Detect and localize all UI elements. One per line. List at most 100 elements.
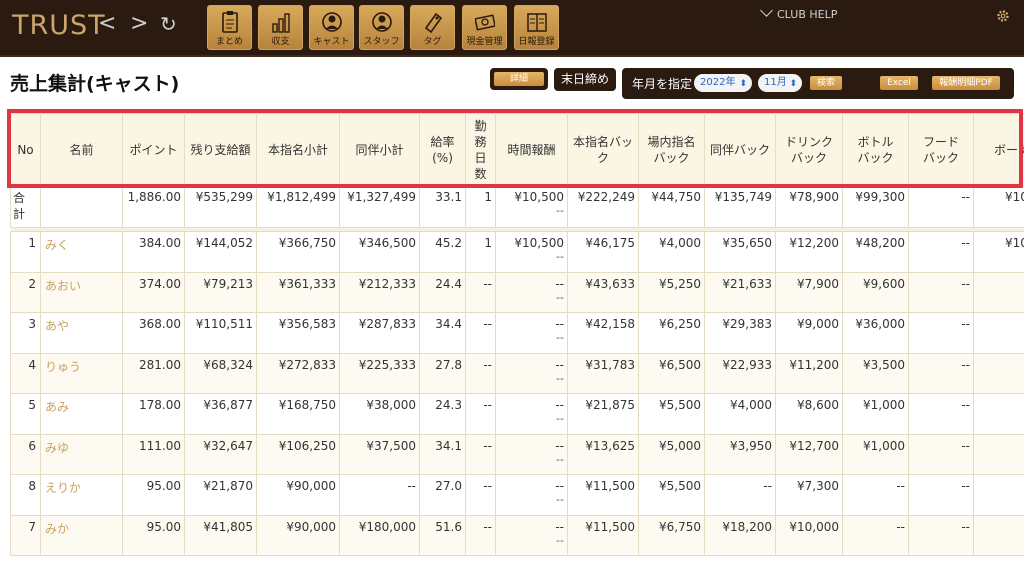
cell-value: 95.00	[146, 519, 181, 534]
column-header-hourly-pay[interactable]: 時間報酬	[495, 113, 568, 186]
total-cell-drink-back: ¥78,900	[775, 185, 843, 228]
cast-name-link[interactable]: りゅう	[40, 352, 123, 394]
column-header-companion-back[interactable]: 同伴バック	[704, 113, 776, 186]
cell-subvalue: --	[556, 493, 564, 506]
menu-button-staff[interactable]: スタッフ	[359, 5, 404, 50]
cell-pay-rate: 24.4	[419, 271, 466, 313]
cell-pay-rate: 34.1	[419, 433, 466, 475]
column-header-points[interactable]: ポイント	[122, 113, 185, 186]
column-header-pay-rate[interactable]: 給率 (%)	[419, 113, 466, 186]
cell-drink-back: ¥10,000	[775, 514, 843, 556]
column-header-bottle-back[interactable]: ボトル バック	[842, 113, 909, 186]
column-header-in-store-nomination-back[interactable]: 場内指名 バック	[638, 113, 705, 186]
menu-button-balance[interactable]: 収支	[258, 5, 303, 50]
total-cell-name	[40, 185, 123, 228]
table-row: 1 みく 384.00 ¥144,052 ¥366,750 ¥346,500 45.2 1 ¥1…	[10, 231, 1024, 273]
menu-button-daily-report[interactable]: 日報登録	[514, 5, 559, 50]
column-header-bonus[interactable]: ボーナ	[973, 113, 1024, 186]
cast-name-link[interactable]: えりか	[40, 474, 123, 516]
column-header-companion-subtotal[interactable]: 同伴小計	[339, 113, 420, 186]
excel-export-button[interactable]: Excel	[876, 72, 922, 94]
table-row: 5 あみ 178.00 ¥36,877 ¥168,750 ¥38,000 24.3 -- -- -…	[10, 393, 1024, 435]
cell-value: 51.6	[435, 519, 462, 534]
cast-name-link[interactable]: みか	[40, 514, 123, 556]
cast-name-link[interactable]: みく	[40, 231, 123, 273]
menu-button-cast[interactable]: キャスト	[309, 5, 354, 50]
cell-remaining-payout: ¥36,877	[184, 393, 257, 435]
back-arrow-icon[interactable]: <	[98, 12, 116, 36]
cell-hourly-pay: -- --	[495, 271, 568, 313]
page-title: 売上集計(キャスト)	[10, 73, 180, 95]
cell-points: 95.00	[122, 514, 185, 556]
cell-main-nomination-subtotal: ¥361,333	[256, 271, 340, 313]
row-number: 4	[10, 352, 41, 394]
cell-in-store-nomination-back: ¥5,500	[638, 474, 705, 516]
menu-button-cash[interactable]: 現金管理	[462, 5, 507, 50]
cell-hourly-pay: ¥10,500 --	[495, 231, 568, 273]
cell-points: 178.00	[122, 393, 185, 435]
total-cell-bottle-back: ¥99,300	[842, 185, 909, 228]
cell-food-back: --	[908, 231, 974, 273]
detail-button[interactable]: 詳細	[490, 68, 548, 90]
header-text: 本指名バッ	[572, 134, 633, 149]
cell-value: ¥3,500	[863, 357, 905, 372]
club-help-menu[interactable]: CLUB HELP	[760, 4, 837, 21]
menu-button-tag[interactable]: タグ	[410, 5, 455, 50]
cell-value: 27.8	[435, 357, 462, 372]
cell-value: 111.00	[139, 438, 181, 453]
cell-bonus	[973, 474, 1024, 516]
search-button[interactable]: 検索	[806, 72, 846, 94]
header-text: 同伴バック	[709, 142, 770, 157]
column-header-main-nomination-subtotal[interactable]: 本指名小計	[256, 113, 340, 186]
cell-companion-back: ¥35,650	[704, 231, 776, 273]
cell-value: --	[483, 317, 492, 331]
cell-companion-subtotal: ¥346,500	[339, 231, 420, 273]
cell-value: 24.4	[435, 276, 462, 291]
header-text: ポイント	[129, 142, 178, 157]
cell-food-back: --	[908, 393, 974, 435]
header-text: 勤	[474, 118, 487, 133]
cell-companion-subtotal: ¥212,333	[339, 271, 420, 313]
gear-icon[interactable]	[995, 8, 1011, 24]
cell-in-store-nomination-back: ¥4,000	[638, 231, 705, 273]
column-header-food-back[interactable]: フード バック	[908, 113, 974, 186]
month-end-closing-button[interactable]: 末日締め	[554, 68, 616, 91]
column-header-work-days[interactable]: 勤務日数	[465, 113, 496, 186]
cell-in-store-nomination-back: ¥6,750	[638, 514, 705, 556]
header-text: バック	[790, 150, 827, 165]
column-header-no[interactable]: No	[10, 113, 41, 186]
cell-value: ¥11,500	[585, 519, 635, 534]
cell-drink-back: ¥9,000	[775, 312, 843, 354]
chevron-down-icon	[760, 4, 773, 17]
cast-name-link[interactable]: あみ	[40, 393, 123, 435]
cast-name-link[interactable]: あおい	[40, 271, 123, 313]
column-header-remaining-payout[interactable]: 残り支給額	[184, 113, 257, 186]
column-header-name[interactable]: 名前	[40, 113, 123, 186]
cell-main-nomination-back: ¥46,175	[567, 231, 639, 273]
forward-arrow-icon[interactable]: >	[130, 12, 148, 36]
pay-slip-pdf-button[interactable]: 報酬明細PDF	[928, 72, 1004, 94]
cell-main-nomination-subtotal: ¥106,250	[256, 433, 340, 475]
total-cell-food-back: --	[908, 185, 974, 228]
cell-companion-back: ¥18,200	[704, 514, 776, 556]
cell-main-nomination-subtotal: ¥366,750	[256, 231, 340, 273]
cell-hourly-pay: -- --	[495, 312, 568, 354]
cell-points: 368.00	[122, 312, 185, 354]
cast-name-link[interactable]: あや	[40, 312, 123, 354]
column-header-drink-back[interactable]: ドリンク バック	[775, 113, 843, 186]
refresh-icon[interactable]: ↻	[160, 12, 177, 36]
month-select[interactable]: 11月 ⬍	[758, 74, 802, 92]
table-row: 3 あや 368.00 ¥110,511 ¥356,583 ¥287,833 34.4 -- -…	[10, 312, 1024, 354]
total-cell-hourly-pay: ¥10,500 --	[495, 185, 568, 228]
year-select[interactable]: 2022年 ⬍	[694, 74, 752, 92]
cell-main-nomination-back: ¥42,158	[567, 312, 639, 354]
header-text: 場内指名	[647, 134, 696, 149]
cast-name-link[interactable]: みゆ	[40, 433, 123, 475]
cell-pay-rate: 51.6	[419, 514, 466, 556]
header-text: ク	[596, 150, 609, 165]
menu-label: 収支	[271, 37, 290, 47]
cell-value: ¥9,000	[797, 317, 839, 331]
menu-button-summary[interactable]: まとめ	[207, 5, 252, 50]
header-text: 給率	[430, 134, 455, 149]
column-header-main-nomination-back[interactable]: 本指名バック	[567, 113, 639, 186]
